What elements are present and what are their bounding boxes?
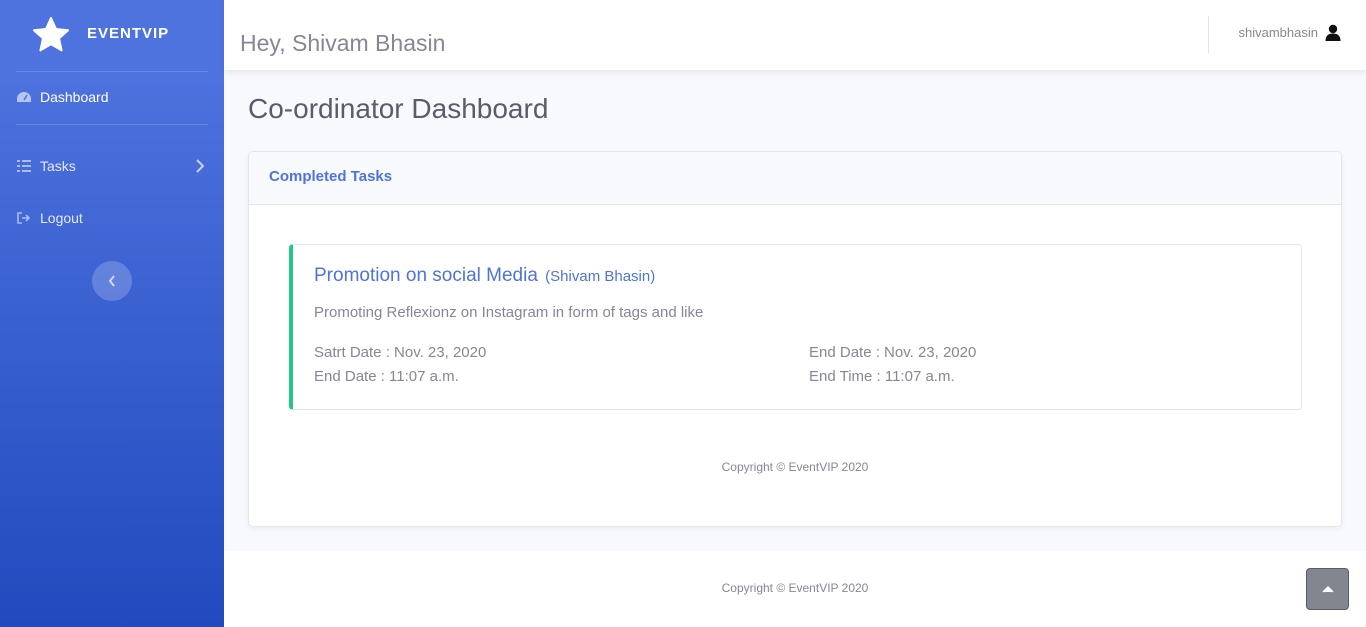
footer-copyright: Copyright © EventVIP 2020 bbox=[721, 581, 869, 595]
tasks-icon bbox=[16, 159, 32, 173]
chevron-left-icon bbox=[108, 275, 115, 287]
sidebar-divider bbox=[16, 124, 208, 125]
card-header: Completed Tasks bbox=[249, 152, 1341, 205]
star-icon bbox=[32, 16, 70, 52]
page-title: Co-ordinator Dashboard bbox=[248, 93, 549, 124]
task-end-time-left: End Date : 11:07 a.m. bbox=[314, 368, 459, 385]
user-menu[interactable]: shivambhasin bbox=[1239, 24, 1342, 41]
sidebar-divider bbox=[16, 71, 208, 72]
task-owner: (Shivam Bhasin) bbox=[545, 268, 656, 285]
card-copyright: Copyright © EventVIP 2020 bbox=[721, 460, 869, 474]
sidebar-toggle-button[interactable] bbox=[92, 261, 132, 301]
sidebar-item-label: Logout bbox=[40, 210, 83, 226]
task-end-date: End Date : Nov. 23, 2020 bbox=[809, 344, 977, 361]
topbar: Hey, Shivam Bhasin shivambhasin bbox=[224, 0, 1366, 70]
sidebar-item-label: Dashboard bbox=[40, 89, 109, 105]
sign-out-icon bbox=[16, 211, 32, 225]
brand-name: EVENTVIP bbox=[87, 25, 170, 42]
username: shivambhasin bbox=[1238, 25, 1319, 40]
greeting-text: Hey, Shivam Bhasin bbox=[240, 30, 446, 56]
completed-tasks-card: Completed Tasks Promotion on social Medi… bbox=[248, 151, 1342, 527]
chevron-right-icon bbox=[196, 159, 204, 173]
task-title-line: Promotion on social Media (Shivam Bhasin… bbox=[314, 265, 655, 287]
card-header-title: Completed Tasks bbox=[269, 168, 393, 185]
task-description: Promoting Reflexionz on Instagram in for… bbox=[314, 304, 704, 321]
task-start-date: Satrt Date : Nov. 23, 2020 bbox=[314, 344, 487, 361]
task-item: Promotion on social Media (Shivam Bhasin… bbox=[289, 244, 1302, 410]
sidebar-item-logout[interactable]: Logout bbox=[16, 206, 208, 230]
scroll-to-top-button[interactable] bbox=[1306, 568, 1349, 610]
sidebar-item-dashboard[interactable]: Dashboard bbox=[16, 85, 208, 109]
sidebar-item-label: Tasks bbox=[40, 158, 76, 174]
tachometer-icon bbox=[16, 90, 32, 104]
sidebar: EVENTVIP Dashboard Tasks Logout bbox=[0, 0, 224, 627]
footer: Copyright © EventVIP 2020 bbox=[224, 551, 1366, 627]
user-icon bbox=[1325, 24, 1341, 41]
topbar-divider bbox=[1208, 16, 1209, 54]
task-end-time: End Time : 11:07 a.m. bbox=[809, 368, 955, 385]
task-title: Promotion on social Media bbox=[314, 265, 538, 286]
chevron-up-icon bbox=[1321, 585, 1334, 593]
brand-link[interactable]: EVENTVIP bbox=[0, 0, 224, 70]
sidebar-item-tasks[interactable]: Tasks bbox=[16, 154, 208, 178]
